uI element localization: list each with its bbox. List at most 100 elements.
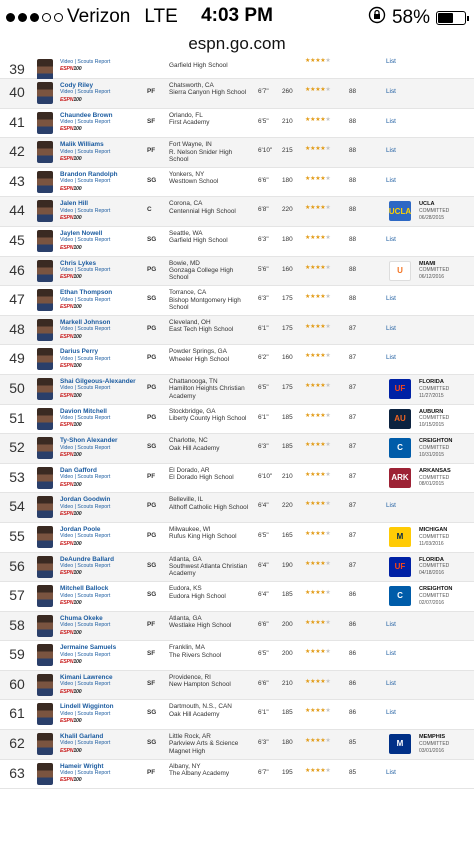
player-photo[interactable]	[37, 585, 53, 608]
player-name-link[interactable]: Kimani Lawrence	[60, 674, 144, 681]
video-link[interactable]: Video	[60, 563, 73, 569]
commit-school[interactable]: CREIGHTON	[419, 438, 474, 445]
player-photo[interactable]	[37, 525, 53, 548]
player-photo[interactable]	[37, 673, 53, 696]
commit-school[interactable]: FLORIDA	[419, 557, 474, 564]
player-name-link[interactable]: Cody Riley	[60, 82, 144, 89]
scouts-report-link[interactable]: Scouts Report	[77, 208, 110, 214]
scouts-report-link[interactable]: Scouts Report	[77, 297, 110, 303]
player-photo[interactable]	[37, 733, 53, 756]
scouts-report-link[interactable]: Scouts Report	[77, 681, 110, 687]
video-link[interactable]: Video	[60, 504, 73, 510]
scouts-report-link[interactable]: Scouts Report	[77, 149, 110, 155]
scouts-report-link[interactable]: Scouts Report	[77, 474, 110, 480]
player-name-link[interactable]: Ty-Shon Alexander	[60, 437, 144, 444]
player-name-link[interactable]: Jalen Hill	[60, 200, 144, 207]
player-photo[interactable]	[37, 496, 53, 519]
scouts-report-link[interactable]: Scouts Report	[77, 740, 110, 746]
player-name-link[interactable]: Dan Gafford	[60, 467, 144, 474]
player-name-link[interactable]: Jordan Goodwin	[60, 496, 144, 503]
video-link[interactable]: Video	[60, 622, 73, 628]
scouts-report-link[interactable]: Scouts Report	[77, 445, 110, 451]
list-link[interactable]: List	[386, 354, 396, 361]
list-link[interactable]: List	[386, 650, 396, 657]
player-photo[interactable]	[37, 141, 53, 164]
player-name-link[interactable]: Markell Johnson	[60, 319, 144, 326]
video-link[interactable]: Video	[60, 533, 73, 539]
video-link[interactable]: Video	[60, 415, 73, 421]
video-link[interactable]: Video	[60, 297, 73, 303]
player-photo[interactable]	[37, 289, 53, 312]
player-name-link[interactable]: Chaundee Brown	[60, 112, 144, 119]
video-link[interactable]: Video	[60, 237, 73, 243]
scouts-report-link[interactable]: Scouts Report	[77, 59, 110, 65]
scouts-report-link[interactable]: Scouts Report	[77, 415, 110, 421]
video-link[interactable]: Video	[60, 267, 73, 273]
player-photo[interactable]	[37, 437, 53, 460]
video-link[interactable]: Video	[60, 593, 73, 599]
video-link[interactable]: Video	[60, 740, 73, 746]
video-link[interactable]: Video	[60, 149, 73, 155]
player-photo[interactable]	[37, 200, 53, 223]
scouts-report-link[interactable]: Scouts Report	[77, 237, 110, 243]
list-link[interactable]: List	[386, 58, 396, 65]
list-link[interactable]: List	[386, 147, 396, 154]
list-link[interactable]: List	[386, 769, 396, 776]
commit-school[interactable]: CREIGHTON	[419, 586, 474, 593]
player-name-link[interactable]: DeAundre Ballard	[60, 556, 144, 563]
video-link[interactable]: Video	[60, 445, 73, 451]
player-name-link[interactable]: Mitchell Ballock	[60, 585, 144, 592]
scouts-report-link[interactable]: Scouts Report	[77, 593, 110, 599]
player-name-link[interactable]: Davion Mitchell	[60, 408, 144, 415]
player-name-link[interactable]: Jordan Poole	[60, 526, 144, 533]
player-photo[interactable]	[37, 644, 53, 667]
video-link[interactable]: Video	[60, 59, 73, 65]
list-link[interactable]: List	[386, 325, 396, 332]
player-name-link[interactable]: Chris Lykes	[60, 260, 144, 267]
video-link[interactable]: Video	[60, 770, 73, 776]
scouts-report-link[interactable]: Scouts Report	[77, 652, 110, 658]
commit-school[interactable]: ARKANSAS	[419, 468, 474, 475]
video-link[interactable]: Video	[60, 385, 73, 391]
player-name-link[interactable]: Lindell Wigginton	[60, 703, 144, 710]
player-photo[interactable]	[37, 318, 53, 341]
commit-school[interactable]: AUBURN	[419, 409, 474, 416]
video-link[interactable]: Video	[60, 711, 73, 717]
scouts-report-link[interactable]: Scouts Report	[77, 89, 110, 95]
list-link[interactable]: List	[386, 118, 396, 125]
video-link[interactable]: Video	[60, 119, 73, 125]
player-photo[interactable]	[37, 348, 53, 371]
video-link[interactable]: Video	[60, 652, 73, 658]
video-link[interactable]: Video	[60, 89, 73, 95]
list-link[interactable]: List	[386, 502, 396, 509]
scouts-report-link[interactable]: Scouts Report	[77, 178, 110, 184]
player-name-link[interactable]: Jermaine Samuels	[60, 644, 144, 651]
scouts-report-link[interactable]: Scouts Report	[77, 356, 110, 362]
commit-school[interactable]: MEMPHIS	[419, 734, 474, 741]
scouts-report-link[interactable]: Scouts Report	[77, 622, 110, 628]
player-name-link[interactable]: Jaylen Nowell	[60, 230, 144, 237]
player-photo[interactable]	[37, 259, 53, 282]
player-name-link[interactable]: Ethan Thompson	[60, 289, 144, 296]
player-photo[interactable]	[37, 82, 53, 104]
player-name-link[interactable]: Khalil Garland	[60, 733, 144, 740]
scouts-report-link[interactable]: Scouts Report	[77, 267, 110, 273]
player-photo[interactable]	[37, 762, 53, 785]
scouts-report-link[interactable]: Scouts Report	[77, 563, 110, 569]
commit-school[interactable]: UCLA	[419, 201, 474, 208]
player-photo[interactable]	[37, 555, 53, 578]
player-name-link[interactable]: Hameir Wright	[60, 763, 144, 770]
list-link[interactable]: List	[386, 621, 396, 628]
scouts-report-link[interactable]: Scouts Report	[77, 770, 110, 776]
player-photo[interactable]	[37, 703, 53, 726]
video-link[interactable]: Video	[60, 178, 73, 184]
list-link[interactable]: List	[386, 177, 396, 184]
url-bar[interactable]: espn.go.com	[0, 34, 474, 58]
player-photo[interactable]	[37, 111, 53, 134]
scouts-report-link[interactable]: Scouts Report	[77, 504, 110, 510]
list-link[interactable]: List	[386, 709, 396, 716]
player-photo[interactable]	[37, 59, 53, 81]
scouts-report-link[interactable]: Scouts Report	[77, 533, 110, 539]
scouts-report-link[interactable]: Scouts Report	[77, 326, 110, 332]
list-link[interactable]: List	[386, 88, 396, 95]
